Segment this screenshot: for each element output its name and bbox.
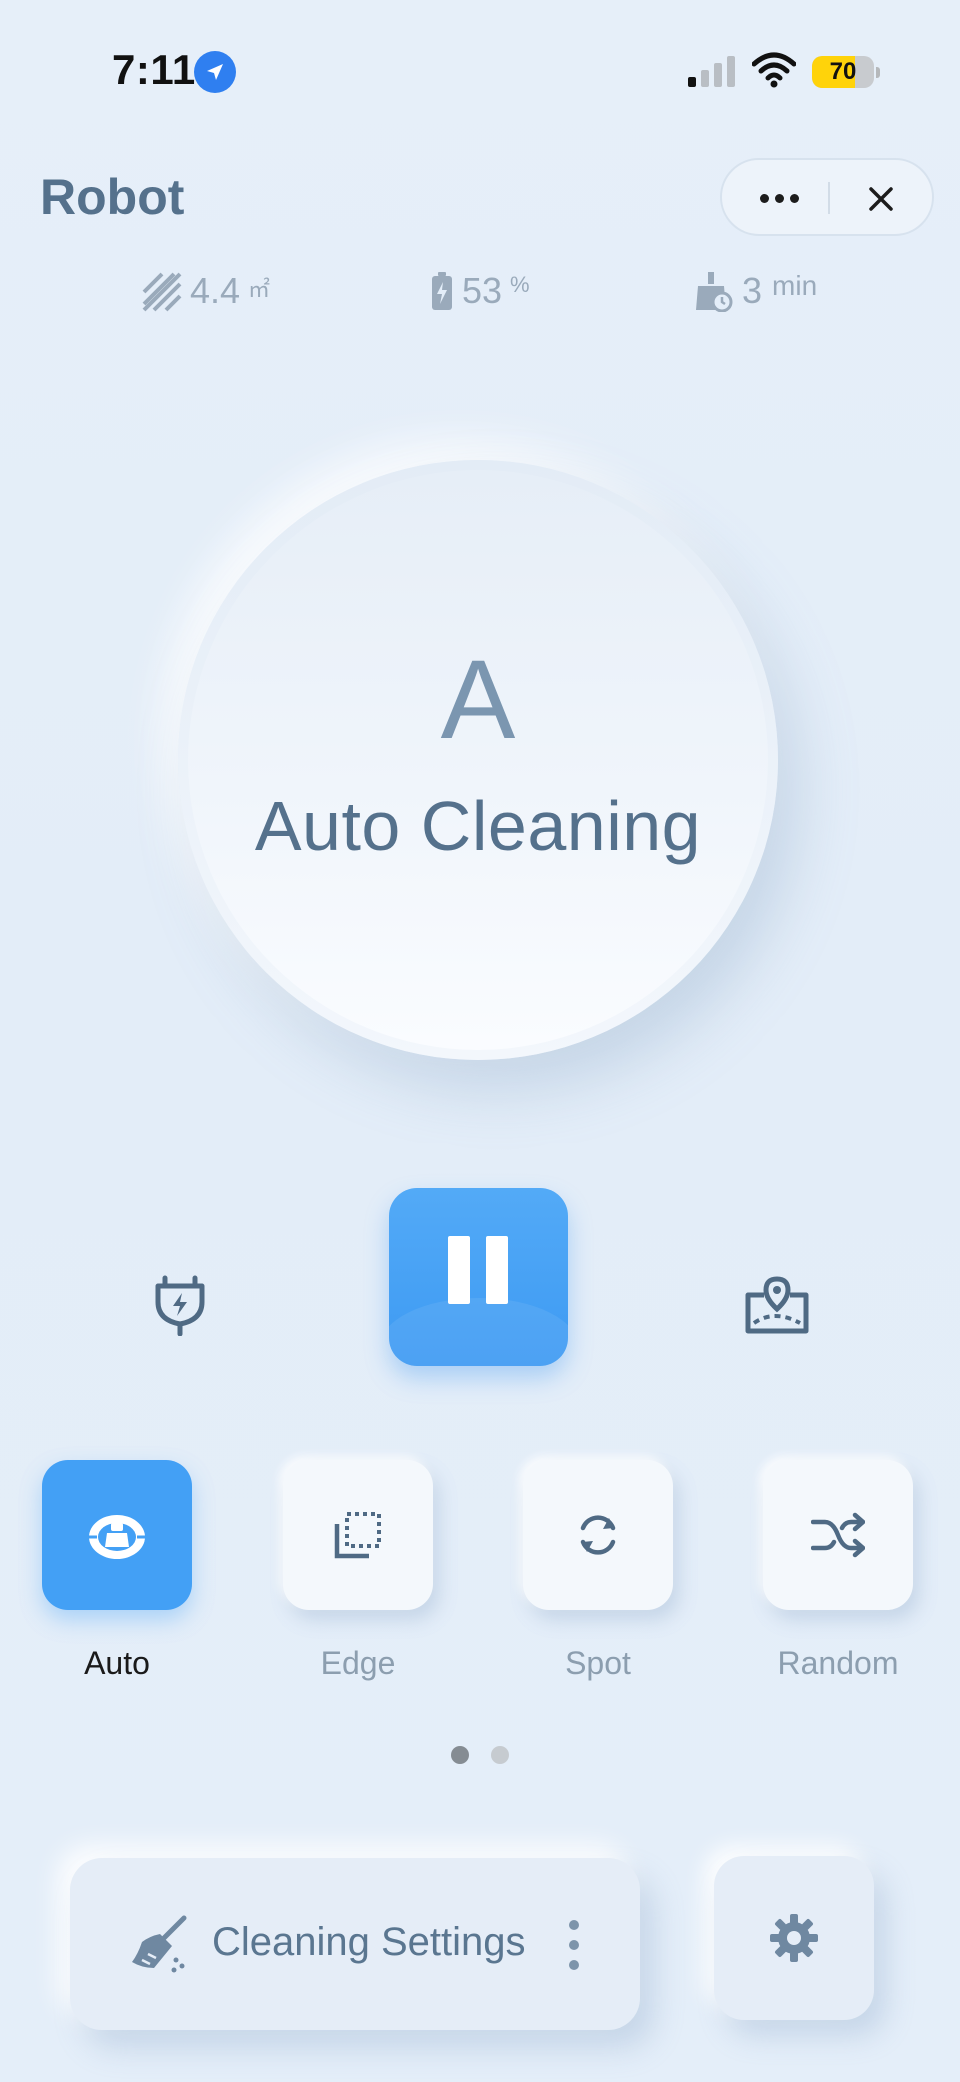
status-circle[interactable]: A Auto Cleaning bbox=[188, 470, 768, 1050]
mode-name: Auto Cleaning bbox=[254, 787, 702, 865]
mode-letter: A bbox=[440, 637, 516, 762]
close-icon bbox=[869, 187, 893, 211]
mode-auto-label: Auto bbox=[84, 1645, 150, 1681]
time-stat: 3 min bbox=[694, 270, 817, 320]
area-icon bbox=[142, 272, 182, 312]
spot-clean-icon bbox=[580, 1515, 616, 1555]
more-button[interactable] bbox=[744, 178, 814, 218]
kebab-menu-icon bbox=[564, 1920, 584, 1970]
area-unit: ㎡ bbox=[248, 277, 271, 302]
mode-random-label: Random bbox=[777, 1645, 899, 1681]
random-clean-icon bbox=[811, 1512, 865, 1558]
time-value: 3 bbox=[742, 270, 763, 311]
mode-spot-label: Spot bbox=[565, 1645, 631, 1681]
pause-button[interactable] bbox=[389, 1188, 568, 1366]
location-arrow-icon bbox=[194, 51, 236, 93]
battery-value: 53 bbox=[462, 270, 503, 311]
settings-button[interactable] bbox=[714, 1856, 874, 2020]
area-value: 4.4 bbox=[190, 270, 241, 311]
mode-edge-label: Edge bbox=[320, 1645, 396, 1681]
broom-icon bbox=[132, 1915, 187, 1973]
battery-unit: % bbox=[510, 272, 530, 297]
mode-auto-button[interactable] bbox=[42, 1460, 192, 1610]
map-button[interactable] bbox=[727, 1255, 827, 1355]
battery-level: 70 bbox=[829, 58, 857, 85]
close-button[interactable] bbox=[846, 174, 916, 224]
mode-random-button[interactable] bbox=[763, 1460, 913, 1610]
charging-dock-icon bbox=[155, 1275, 205, 1336]
battery-stat: 53 % bbox=[430, 270, 530, 320]
mini-program-capsule bbox=[720, 158, 934, 236]
mode-edge-button[interactable] bbox=[283, 1460, 433, 1610]
cleaning-settings-label: Cleaning Settings bbox=[212, 1920, 526, 1964]
cellular-signal-icon bbox=[686, 55, 738, 87]
pager-dot-1[interactable] bbox=[451, 1746, 469, 1764]
gear-icon bbox=[770, 1914, 818, 1962]
pause-icon bbox=[448, 1236, 470, 1304]
auto-clean-icon bbox=[89, 1515, 145, 1559]
map-location-icon bbox=[745, 1276, 809, 1334]
time-unit: min bbox=[772, 270, 818, 301]
cleaning-settings-button[interactable]: Cleaning Settings bbox=[70, 1858, 640, 2030]
battery-indicator: 70 bbox=[812, 56, 882, 88]
return-to-dock-button[interactable] bbox=[130, 1255, 230, 1355]
pager-dot-2[interactable] bbox=[491, 1746, 509, 1764]
area-stat: 4.4 ㎡ bbox=[142, 270, 270, 320]
mode-spot-button[interactable] bbox=[523, 1460, 673, 1610]
edge-clean-icon bbox=[334, 1512, 381, 1559]
battery-charging-icon bbox=[432, 272, 452, 310]
page-title: Robot bbox=[40, 169, 185, 225]
status-time: 7:11 bbox=[112, 46, 196, 93]
cleaning-time-icon bbox=[696, 272, 733, 312]
more-dots-icon bbox=[759, 193, 769, 203]
wifi-icon bbox=[751, 52, 797, 88]
